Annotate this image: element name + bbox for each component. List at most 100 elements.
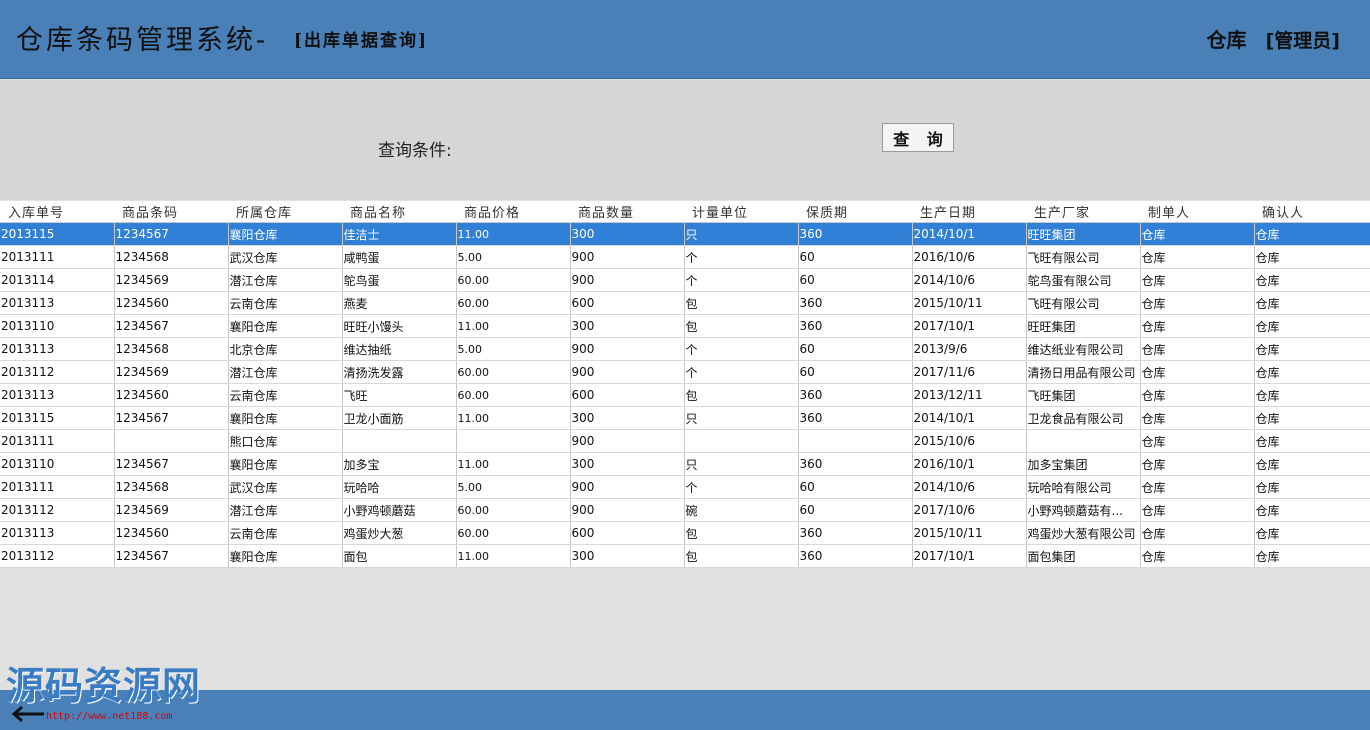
table-cell[interactable]: 小野鸡顿蘑菇 [342, 498, 457, 522]
table-cell[interactable]: 咸鸭蛋 [342, 245, 457, 269]
table-cell[interactable]: 2015/10/6 [912, 429, 1027, 453]
table-cell[interactable]: 60.00 [456, 360, 571, 384]
table-cell[interactable]: 仓库 [1254, 383, 1370, 407]
table-cell[interactable]: 玩哈哈 [342, 475, 457, 499]
table-cell[interactable]: 1234569 [114, 360, 229, 384]
column-header[interactable]: 商品条码 [114, 201, 228, 223]
table-cell[interactable]: 仓库 [1140, 452, 1255, 476]
table-cell[interactable]: 1234560 [114, 521, 229, 545]
table-cell[interactable]: 60.00 [456, 498, 571, 522]
table-cell[interactable]: 飞旺集团 [1026, 383, 1141, 407]
table-cell[interactable]: 飞旺 [342, 383, 457, 407]
table-cell[interactable] [684, 429, 799, 453]
table-cell[interactable]: 燕麦 [342, 291, 457, 315]
table-cell[interactable]: 武汉仓库 [228, 475, 343, 499]
table-cell[interactable]: 只 [684, 406, 799, 430]
table-cell[interactable]: 卫龙食品有限公司 [1026, 406, 1141, 430]
table-cell[interactable]: 个 [684, 475, 799, 499]
table-row[interactable]: 2013113 1234568 北京仓库 维达抽纸 5.00 900 个 60 2013/9/6… [0, 337, 1370, 361]
table-cell[interactable]: 1234560 [114, 383, 229, 407]
table-cell[interactable]: 鸡蛋炒大葱有限公司 [1026, 521, 1141, 545]
table-cell[interactable]: 1234567 [114, 406, 229, 430]
table-cell[interactable]: 1234567 [114, 544, 229, 568]
table-row[interactable]: 2013110 1234567 襄阳仓库 旺旺小馒头 11.00 300 包 360 2017/… [0, 314, 1370, 338]
table-cell[interactable]: 仓库 [1254, 360, 1370, 384]
table-cell[interactable]: 仓库 [1140, 314, 1255, 338]
column-header[interactable]: 保质期 [798, 201, 912, 223]
table-cell[interactable]: 360 [798, 452, 913, 476]
table-cell[interactable]: 清扬洗发露 [342, 360, 457, 384]
table-cell[interactable]: 个 [684, 245, 799, 269]
table-cell[interactable]: 2013111 [0, 429, 115, 453]
table-cell[interactable]: 900 [570, 475, 685, 499]
table-cell[interactable] [456, 429, 571, 453]
table-cell[interactable]: 1234567 [114, 452, 229, 476]
table-cell[interactable]: 900 [570, 360, 685, 384]
table-cell[interactable]: 60.00 [456, 291, 571, 315]
table-cell[interactable]: 60 [798, 245, 913, 269]
table-cell[interactable]: 360 [798, 291, 913, 315]
table-cell[interactable]: 60 [798, 498, 913, 522]
column-header[interactable]: 计量单位 [684, 201, 798, 223]
table-cell[interactable]: 2014/10/6 [912, 268, 1027, 292]
table-row[interactable]: 2013113 1234560 云南仓库 燕麦 60.00 600 包 360 2015/10/… [0, 291, 1370, 315]
column-header[interactable]: 生产日期 [912, 201, 1026, 223]
table-cell[interactable]: 2014/10/6 [912, 475, 1027, 499]
table-cell[interactable]: 5.00 [456, 475, 571, 499]
table-cell[interactable]: 仓库 [1140, 406, 1255, 430]
table-cell[interactable]: 碗 [684, 498, 799, 522]
table-cell[interactable]: 襄阳仓库 [228, 406, 343, 430]
table-cell[interactable]: 600 [570, 383, 685, 407]
table-cell[interactable]: 仓库 [1254, 245, 1370, 269]
table-cell[interactable]: 300 [570, 544, 685, 568]
table-cell[interactable]: 11.00 [456, 314, 571, 338]
table-cell[interactable]: 仓库 [1254, 406, 1370, 430]
table-cell[interactable]: 2014/10/1 [912, 406, 1027, 430]
table-cell[interactable] [342, 429, 457, 453]
column-header[interactable]: 商品名称 [342, 201, 456, 223]
table-row[interactable]: 2013110 1234567 襄阳仓库 加多宝 11.00 300 只 360 2016/10… [0, 452, 1370, 476]
table-cell[interactable]: 旺旺集团 [1026, 314, 1141, 338]
table-cell[interactable]: 只 [684, 222, 799, 246]
table-row[interactable]: 2013111 熊口仓库 900 2015/10/6 仓库 仓库 [0, 429, 1370, 453]
table-cell[interactable]: 仓库 [1254, 337, 1370, 361]
table-cell[interactable]: 1234568 [114, 475, 229, 499]
table-cell[interactable]: 佳洁士 [342, 222, 457, 246]
table-cell[interactable]: 2013112 [0, 498, 115, 522]
table-row[interactable]: 2013113 1234560 云南仓库 飞旺 60.00 600 包 360 2013/12/… [0, 383, 1370, 407]
column-header[interactable]: 商品价格 [456, 201, 570, 223]
table-row[interactable]: 2013112 1234569 潜江仓库 清扬洗发露 60.00 900 个 60 2017/1… [0, 360, 1370, 384]
table-cell[interactable]: 2013113 [0, 337, 115, 361]
table-cell[interactable]: 北京仓库 [228, 337, 343, 361]
table-cell[interactable]: 仓库 [1140, 544, 1255, 568]
table-cell[interactable] [114, 429, 229, 453]
table-cell[interactable]: 仓库 [1140, 429, 1255, 453]
table-cell[interactable]: 2013/12/11 [912, 383, 1027, 407]
table-cell[interactable]: 鸵鸟蛋 [342, 268, 457, 292]
table-cell[interactable]: 2013112 [0, 544, 115, 568]
table-cell[interactable]: 包 [684, 544, 799, 568]
table-cell[interactable]: 60.00 [456, 268, 571, 292]
table-cell[interactable]: 60 [798, 268, 913, 292]
table-cell[interactable]: 仓库 [1254, 291, 1370, 315]
table-cell[interactable] [1026, 429, 1141, 453]
table-cell[interactable]: 旺旺集团 [1026, 222, 1141, 246]
query-button[interactable]: 查 询 [882, 123, 954, 152]
table-cell[interactable]: 2013112 [0, 360, 115, 384]
table-row[interactable]: 2013115 1234567 襄阳仓库 佳洁士 11.00 300 只 360 2014/10… [0, 222, 1370, 246]
table-cell[interactable]: 仓库 [1254, 475, 1370, 499]
table-cell[interactable]: 加多宝集团 [1026, 452, 1141, 476]
table-cell[interactable]: 300 [570, 452, 685, 476]
table-cell[interactable]: 2013115 [0, 222, 115, 246]
table-cell[interactable]: 飞旺有限公司 [1026, 291, 1141, 315]
table-row[interactable]: 2013113 1234560 云南仓库 鸡蛋炒大葱 60.00 600 包 360 2015/… [0, 521, 1370, 545]
table-cell[interactable]: 900 [570, 268, 685, 292]
table-cell[interactable]: 600 [570, 291, 685, 315]
table-cell[interactable]: 360 [798, 222, 913, 246]
table-row[interactable]: 2013114 1234569 潜江仓库 鸵鸟蛋 60.00 900 个 60 2014/10/… [0, 268, 1370, 292]
table-cell[interactable]: 60.00 [456, 383, 571, 407]
table-cell[interactable]: 2017/11/6 [912, 360, 1027, 384]
table-cell[interactable]: 仓库 [1254, 429, 1370, 453]
table-cell[interactable]: 熊口仓库 [228, 429, 343, 453]
table-cell[interactable]: 小野鸡顿蘑菇有... [1026, 498, 1141, 522]
